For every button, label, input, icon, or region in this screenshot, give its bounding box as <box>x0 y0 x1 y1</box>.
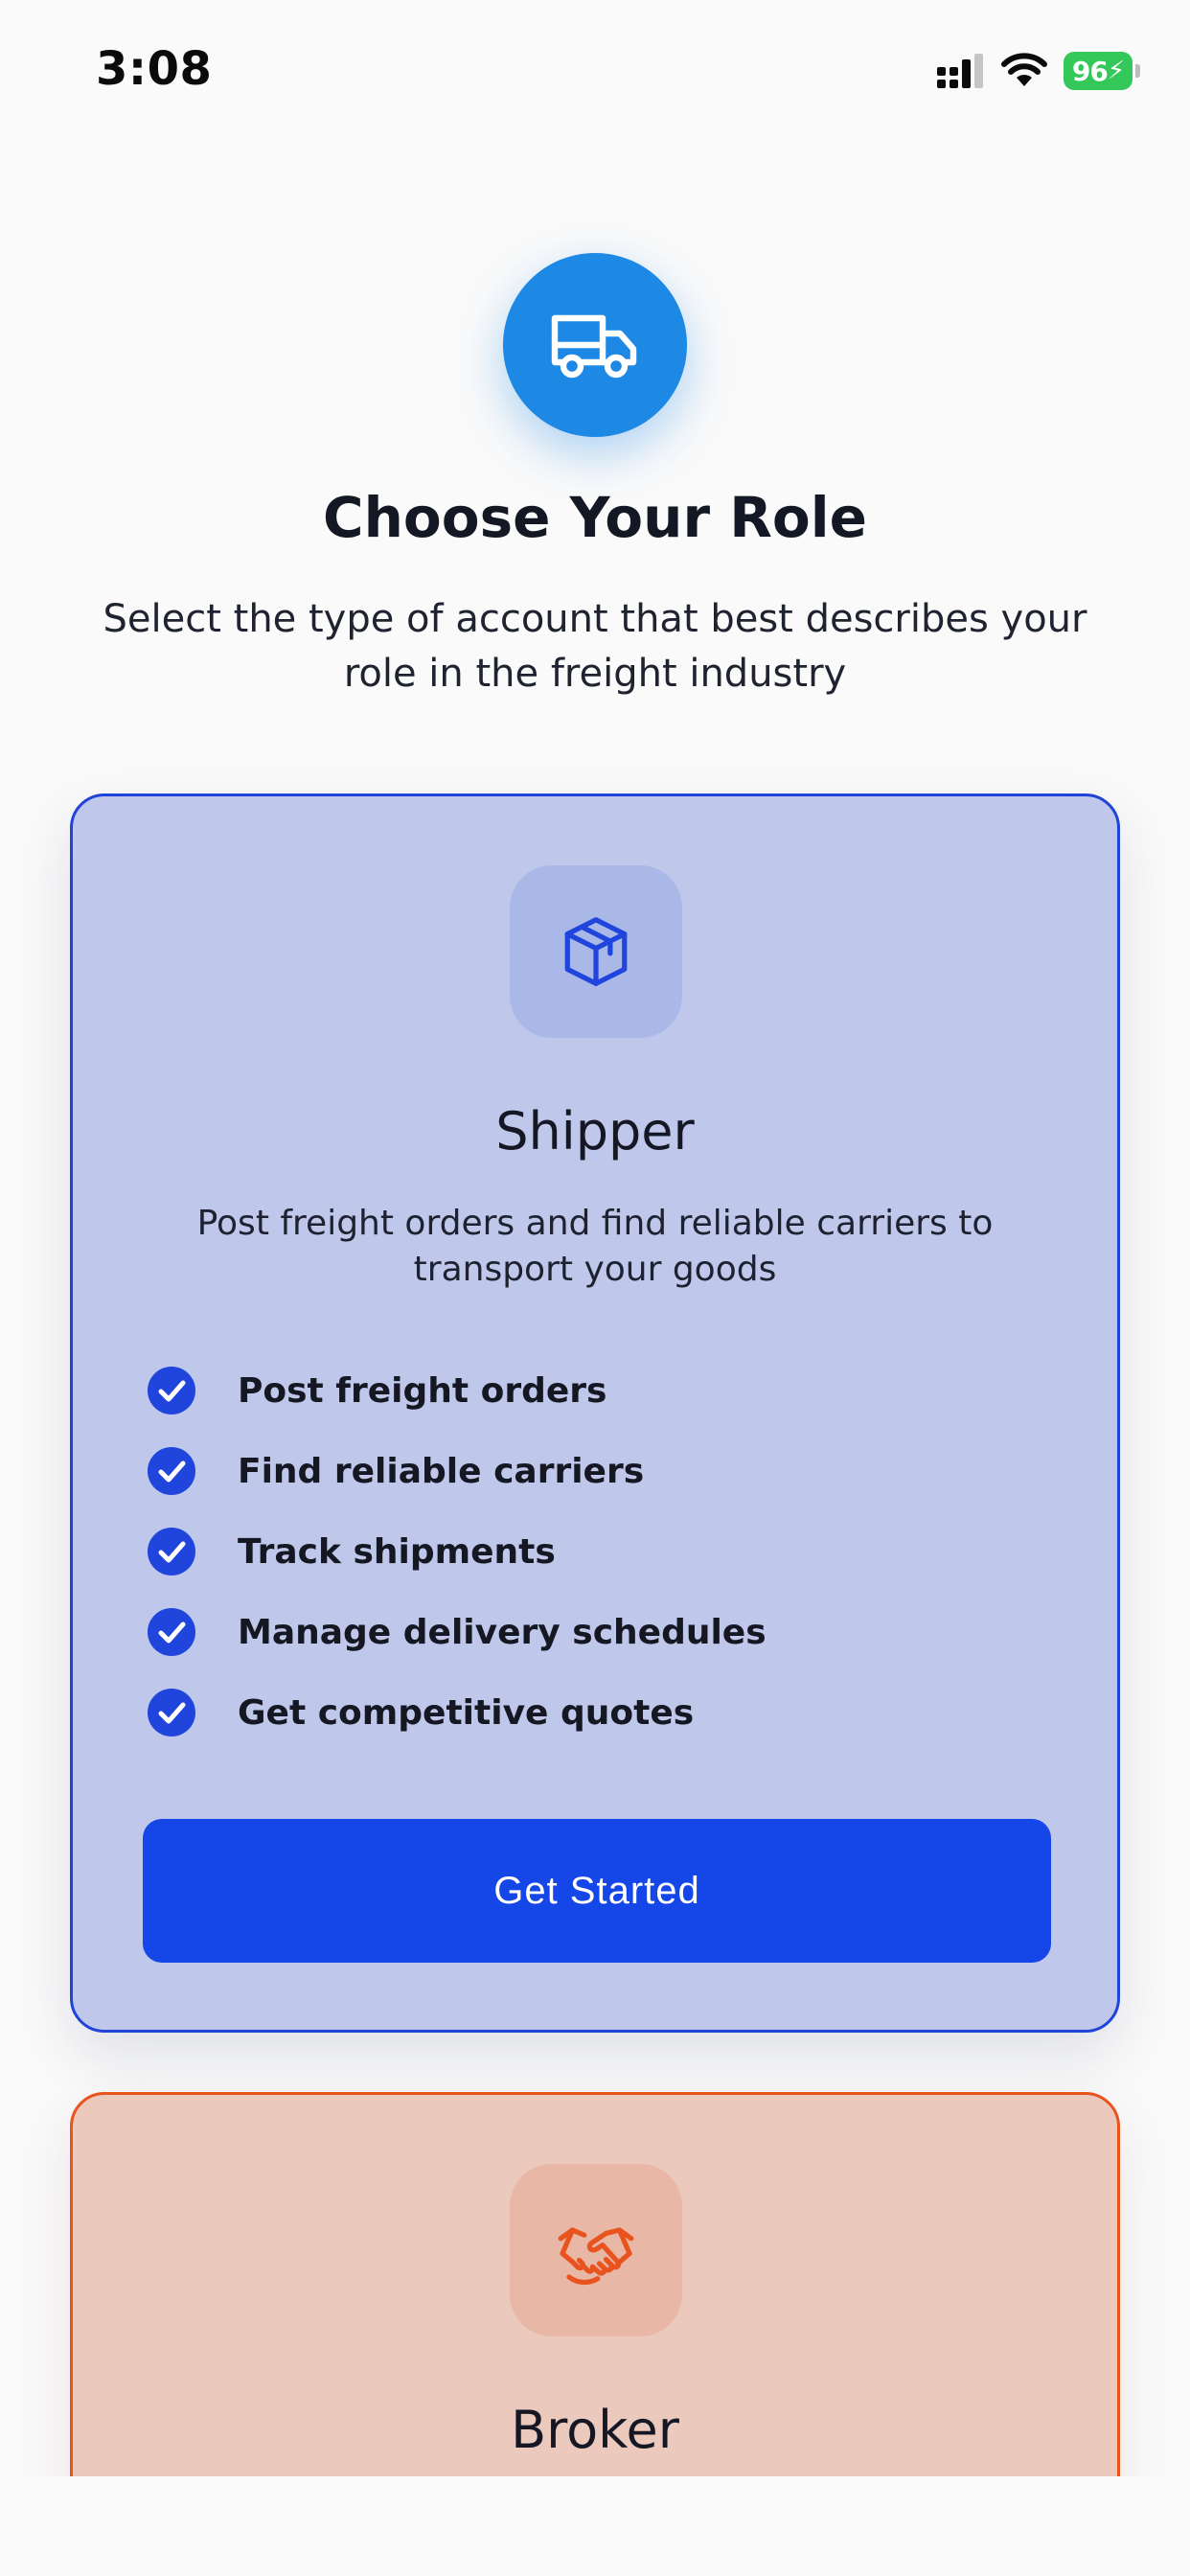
wifi-icon <box>1001 53 1047 86</box>
check-circle-icon <box>148 1528 195 1576</box>
battery-cap <box>1135 64 1140 78</box>
check-circle-icon <box>148 1367 195 1414</box>
shipper-get-started-button[interactable]: Get Started <box>143 1819 1051 1963</box>
check-circle-icon <box>148 1447 195 1495</box>
hero-icon-circle <box>503 253 687 437</box>
handshake-icon <box>558 2227 634 2286</box>
cellular-signal-icon <box>937 54 983 88</box>
feature-label: Manage delivery schedules <box>238 1612 767 1652</box>
package-icon <box>564 917 628 986</box>
truck-icon <box>551 314 637 379</box>
status-indicators: 96 ⚡ <box>935 50 1140 92</box>
check-circle-icon <box>148 1689 195 1736</box>
check-circle-icon <box>148 1608 195 1656</box>
shipper-role-card[interactable]: Shipper Post freight orders and find rel… <box>70 794 1120 2033</box>
status-bar: 3:08 96 ⚡ <box>0 0 1190 144</box>
feature-label: Post freight orders <box>238 1370 607 1411</box>
feature-label: Track shipments <box>238 1531 556 1572</box>
page-title: Choose Your Role <box>323 485 867 550</box>
feature-item: Manage delivery schedules <box>148 1592 1010 1672</box>
broker-card-title: Broker <box>511 2400 679 2460</box>
feature-label: Find reliable carriers <box>238 1451 645 1491</box>
shipper-card-description: Post freight orders and find reliable ca… <box>196 1204 994 1289</box>
shipper-feature-list: Post freight orders Find reliable carrie… <box>148 1350 1010 1753</box>
feature-item: Find reliable carriers <box>148 1431 1010 1511</box>
feature-item: Get competitive quotes <box>148 1672 1010 1753</box>
feature-item: Track shipments <box>148 1511 1010 1592</box>
status-time: 3:08 <box>96 42 213 96</box>
battery-indicator: 96 ⚡ <box>1064 52 1140 90</box>
charging-bolt-icon: ⚡ <box>1107 57 1125 85</box>
shipper-icon-tile <box>510 865 682 1038</box>
page-subtitle: Select the type of account that best des… <box>103 597 1087 696</box>
role-selection-screen: 3:08 96 ⚡ Choose Your Role Select the ty… <box>0 0 1190 2576</box>
home-indicator-area <box>0 2476 1190 2576</box>
feature-item: Post freight orders <box>148 1350 1010 1431</box>
battery-level: 96 ⚡ <box>1064 52 1133 90</box>
broker-icon-tile <box>510 2164 682 2336</box>
shipper-card-title: Shipper <box>495 1101 695 1162</box>
feature-label: Get competitive quotes <box>238 1692 695 1733</box>
